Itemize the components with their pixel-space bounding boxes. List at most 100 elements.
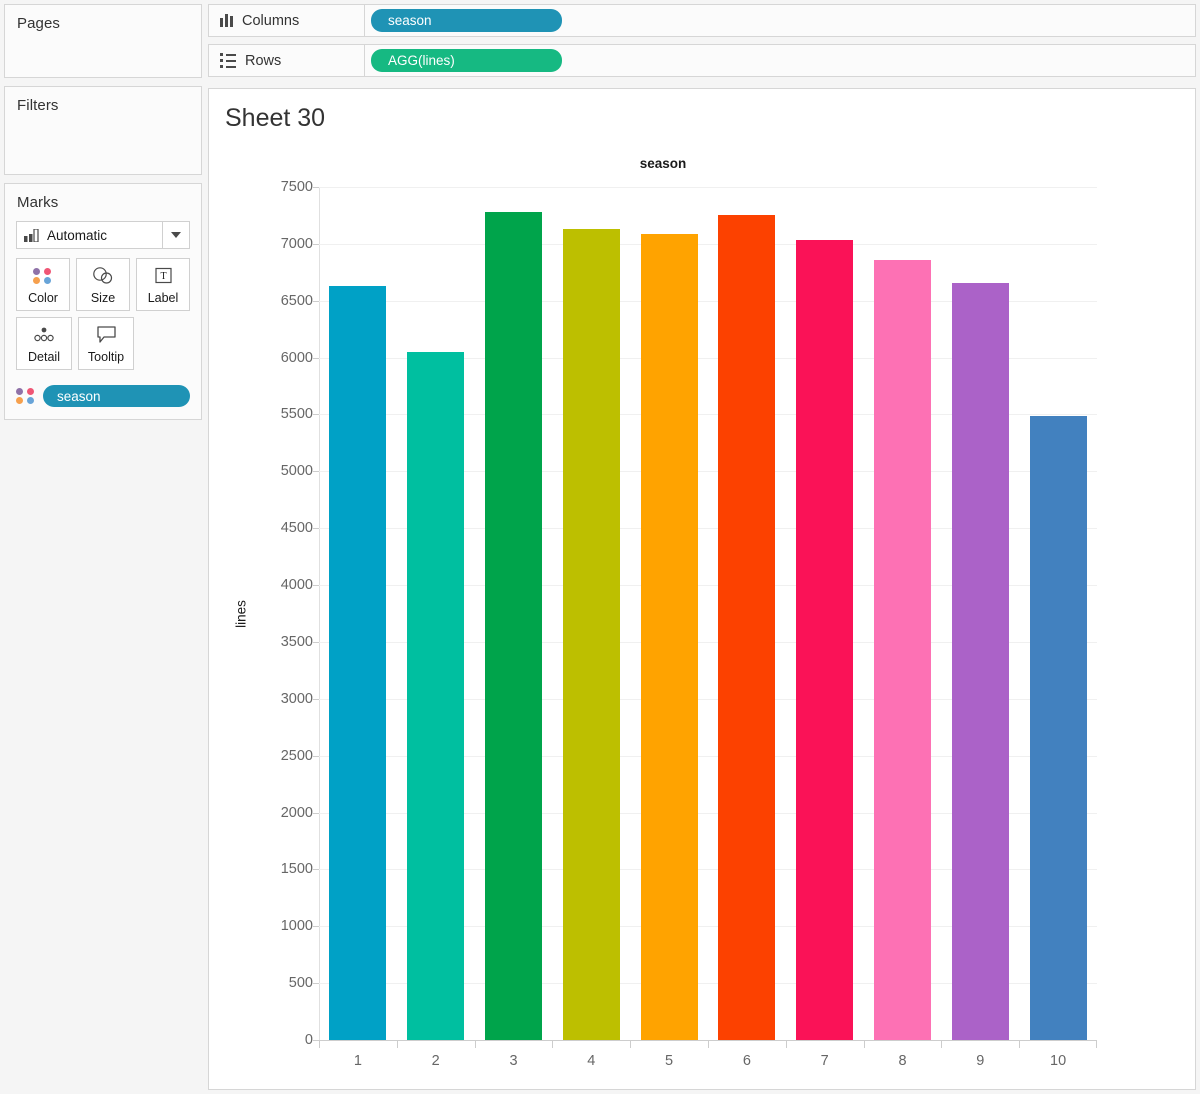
bar-mark[interactable]	[796, 240, 853, 1040]
x-tick-slot: 6	[708, 1041, 786, 1077]
marks-color-pill-season[interactable]: season	[43, 385, 190, 407]
worksheet-view: Sheet 30 season lines 750070006500600055…	[208, 88, 1196, 1090]
bar-slot	[630, 187, 708, 1040]
x-tick-slot: 4	[552, 1041, 630, 1077]
x-tick-slot: 2	[397, 1041, 475, 1077]
rows-pill-agg-lines[interactable]: AGG(lines)	[371, 49, 562, 72]
bar-slot	[864, 187, 942, 1040]
size-circles-icon	[92, 265, 114, 287]
size-button-label: Size	[91, 291, 115, 305]
detail-button[interactable]: Detail	[16, 317, 72, 370]
columns-shelf-label: Columns	[208, 4, 365, 37]
x-tick-mark	[1096, 1041, 1097, 1048]
marks-color-pill-row: season	[5, 376, 201, 407]
tooltip-bubble-icon	[96, 324, 117, 346]
y-tick-label: 1000	[243, 918, 313, 934]
x-tick-mark	[630, 1041, 631, 1048]
mark-type-dropdown[interactable]: Automatic	[16, 221, 190, 249]
color-button-label: Color	[28, 291, 58, 305]
x-tick-slot: 1	[319, 1041, 397, 1077]
bar-mark[interactable]	[563, 229, 620, 1040]
detail-button-label: Detail	[28, 350, 60, 364]
x-tick-label[interactable]: 3	[475, 1053, 553, 1069]
x-tick-label[interactable]: 7	[786, 1053, 864, 1069]
y-tick-label: 7500	[243, 179, 313, 195]
x-tick-label[interactable]: 4	[552, 1053, 630, 1069]
x-tick-mark	[552, 1041, 553, 1048]
bar-mark[interactable]	[407, 352, 464, 1040]
color-dots-icon	[16, 388, 36, 404]
y-tick-label: 2000	[243, 805, 313, 821]
bar-series	[319, 187, 1097, 1040]
x-tick-mark	[319, 1041, 320, 1048]
color-dots-icon	[33, 265, 53, 287]
bar-chart-icon	[17, 229, 47, 242]
bar-slot	[319, 187, 397, 1040]
x-tick-label[interactable]: 1	[319, 1053, 397, 1069]
x-tick-label[interactable]: 9	[941, 1053, 1019, 1069]
y-tick-label: 4000	[243, 577, 313, 593]
tableau-worksheet: Pages Filters Marks Automatic	[0, 0, 1200, 1094]
x-tick-label[interactable]: 6	[708, 1053, 786, 1069]
bar-mark[interactable]	[718, 215, 775, 1040]
y-tick-label: 6000	[243, 350, 313, 366]
bar-chart-plot: lines 7500700065006000550050004500400035…	[319, 187, 1097, 1040]
x-tick-label[interactable]: 8	[864, 1053, 942, 1069]
x-tick-slot: 8	[864, 1041, 942, 1077]
page-title: Sheet 30	[225, 104, 325, 133]
y-tick-label: 5000	[243, 463, 313, 479]
marks-button-row-1: Color Size T	[5, 258, 201, 311]
rows-shelf-dropzone[interactable]: AGG(lines)	[365, 44, 1196, 77]
columns-shelf-dropzone[interactable]: season	[365, 4, 1196, 37]
bar-mark[interactable]	[329, 286, 386, 1040]
bar-mark[interactable]	[485, 212, 542, 1040]
pages-card[interactable]: Pages	[4, 4, 202, 78]
y-tick-label: 3000	[243, 691, 313, 707]
tooltip-button[interactable]: Tooltip	[78, 317, 134, 370]
x-tick-label[interactable]: 5	[630, 1053, 708, 1069]
x-axis-ticks: 12345678910	[319, 1041, 1097, 1077]
label-button[interactable]: T Label	[136, 258, 190, 311]
chevron-down-icon[interactable]	[162, 222, 189, 248]
tooltip-button-label: Tooltip	[88, 350, 124, 364]
x-tick-label[interactable]: 2	[397, 1053, 475, 1069]
rows-label-text: Rows	[245, 53, 281, 69]
column-header-text: season	[640, 156, 687, 171]
detail-dots-icon	[32, 324, 56, 346]
columns-shelf: Columns season	[208, 4, 1196, 37]
rows-shelf: Rows AGG(lines)	[208, 44, 1196, 77]
columns-pill-season[interactable]: season	[371, 9, 562, 32]
bar-slot	[941, 187, 1019, 1040]
y-axis-title: lines	[233, 600, 248, 628]
x-tick-mark	[864, 1041, 865, 1048]
x-tick-mark	[397, 1041, 398, 1048]
label-button-label: Label	[148, 291, 179, 305]
bar-slot	[475, 187, 553, 1040]
y-tick-label: 3500	[243, 634, 313, 650]
bar-mark[interactable]	[952, 283, 1009, 1040]
bar-mark[interactable]	[874, 260, 931, 1040]
y-tick-label: 5500	[243, 406, 313, 422]
bar-slot	[786, 187, 864, 1040]
svg-text:T: T	[160, 271, 166, 282]
pages-title: Pages	[5, 5, 201, 38]
x-tick-mark	[475, 1041, 476, 1048]
color-button[interactable]: Color	[16, 258, 70, 311]
filters-card[interactable]: Filters	[4, 86, 202, 175]
y-tick-label: 500	[243, 975, 313, 991]
mark-type-label: Automatic	[47, 228, 107, 243]
filters-title: Filters	[5, 87, 201, 120]
x-tick-slot: 7	[786, 1041, 864, 1077]
column-header-season: season	[209, 156, 1195, 171]
x-tick-slot: 9	[941, 1041, 1019, 1077]
y-tick-label: 0	[243, 1032, 313, 1048]
y-tick-label: 4500	[243, 520, 313, 536]
bar-mark[interactable]	[641, 234, 698, 1040]
bar-mark[interactable]	[1030, 416, 1087, 1040]
x-tick-label[interactable]: 10	[1019, 1053, 1097, 1069]
x-tick-slot: 3	[475, 1041, 553, 1077]
size-button[interactable]: Size	[76, 258, 130, 311]
columns-label-text: Columns	[242, 13, 299, 29]
bar-slot	[552, 187, 630, 1040]
x-tick-mark	[941, 1041, 942, 1048]
